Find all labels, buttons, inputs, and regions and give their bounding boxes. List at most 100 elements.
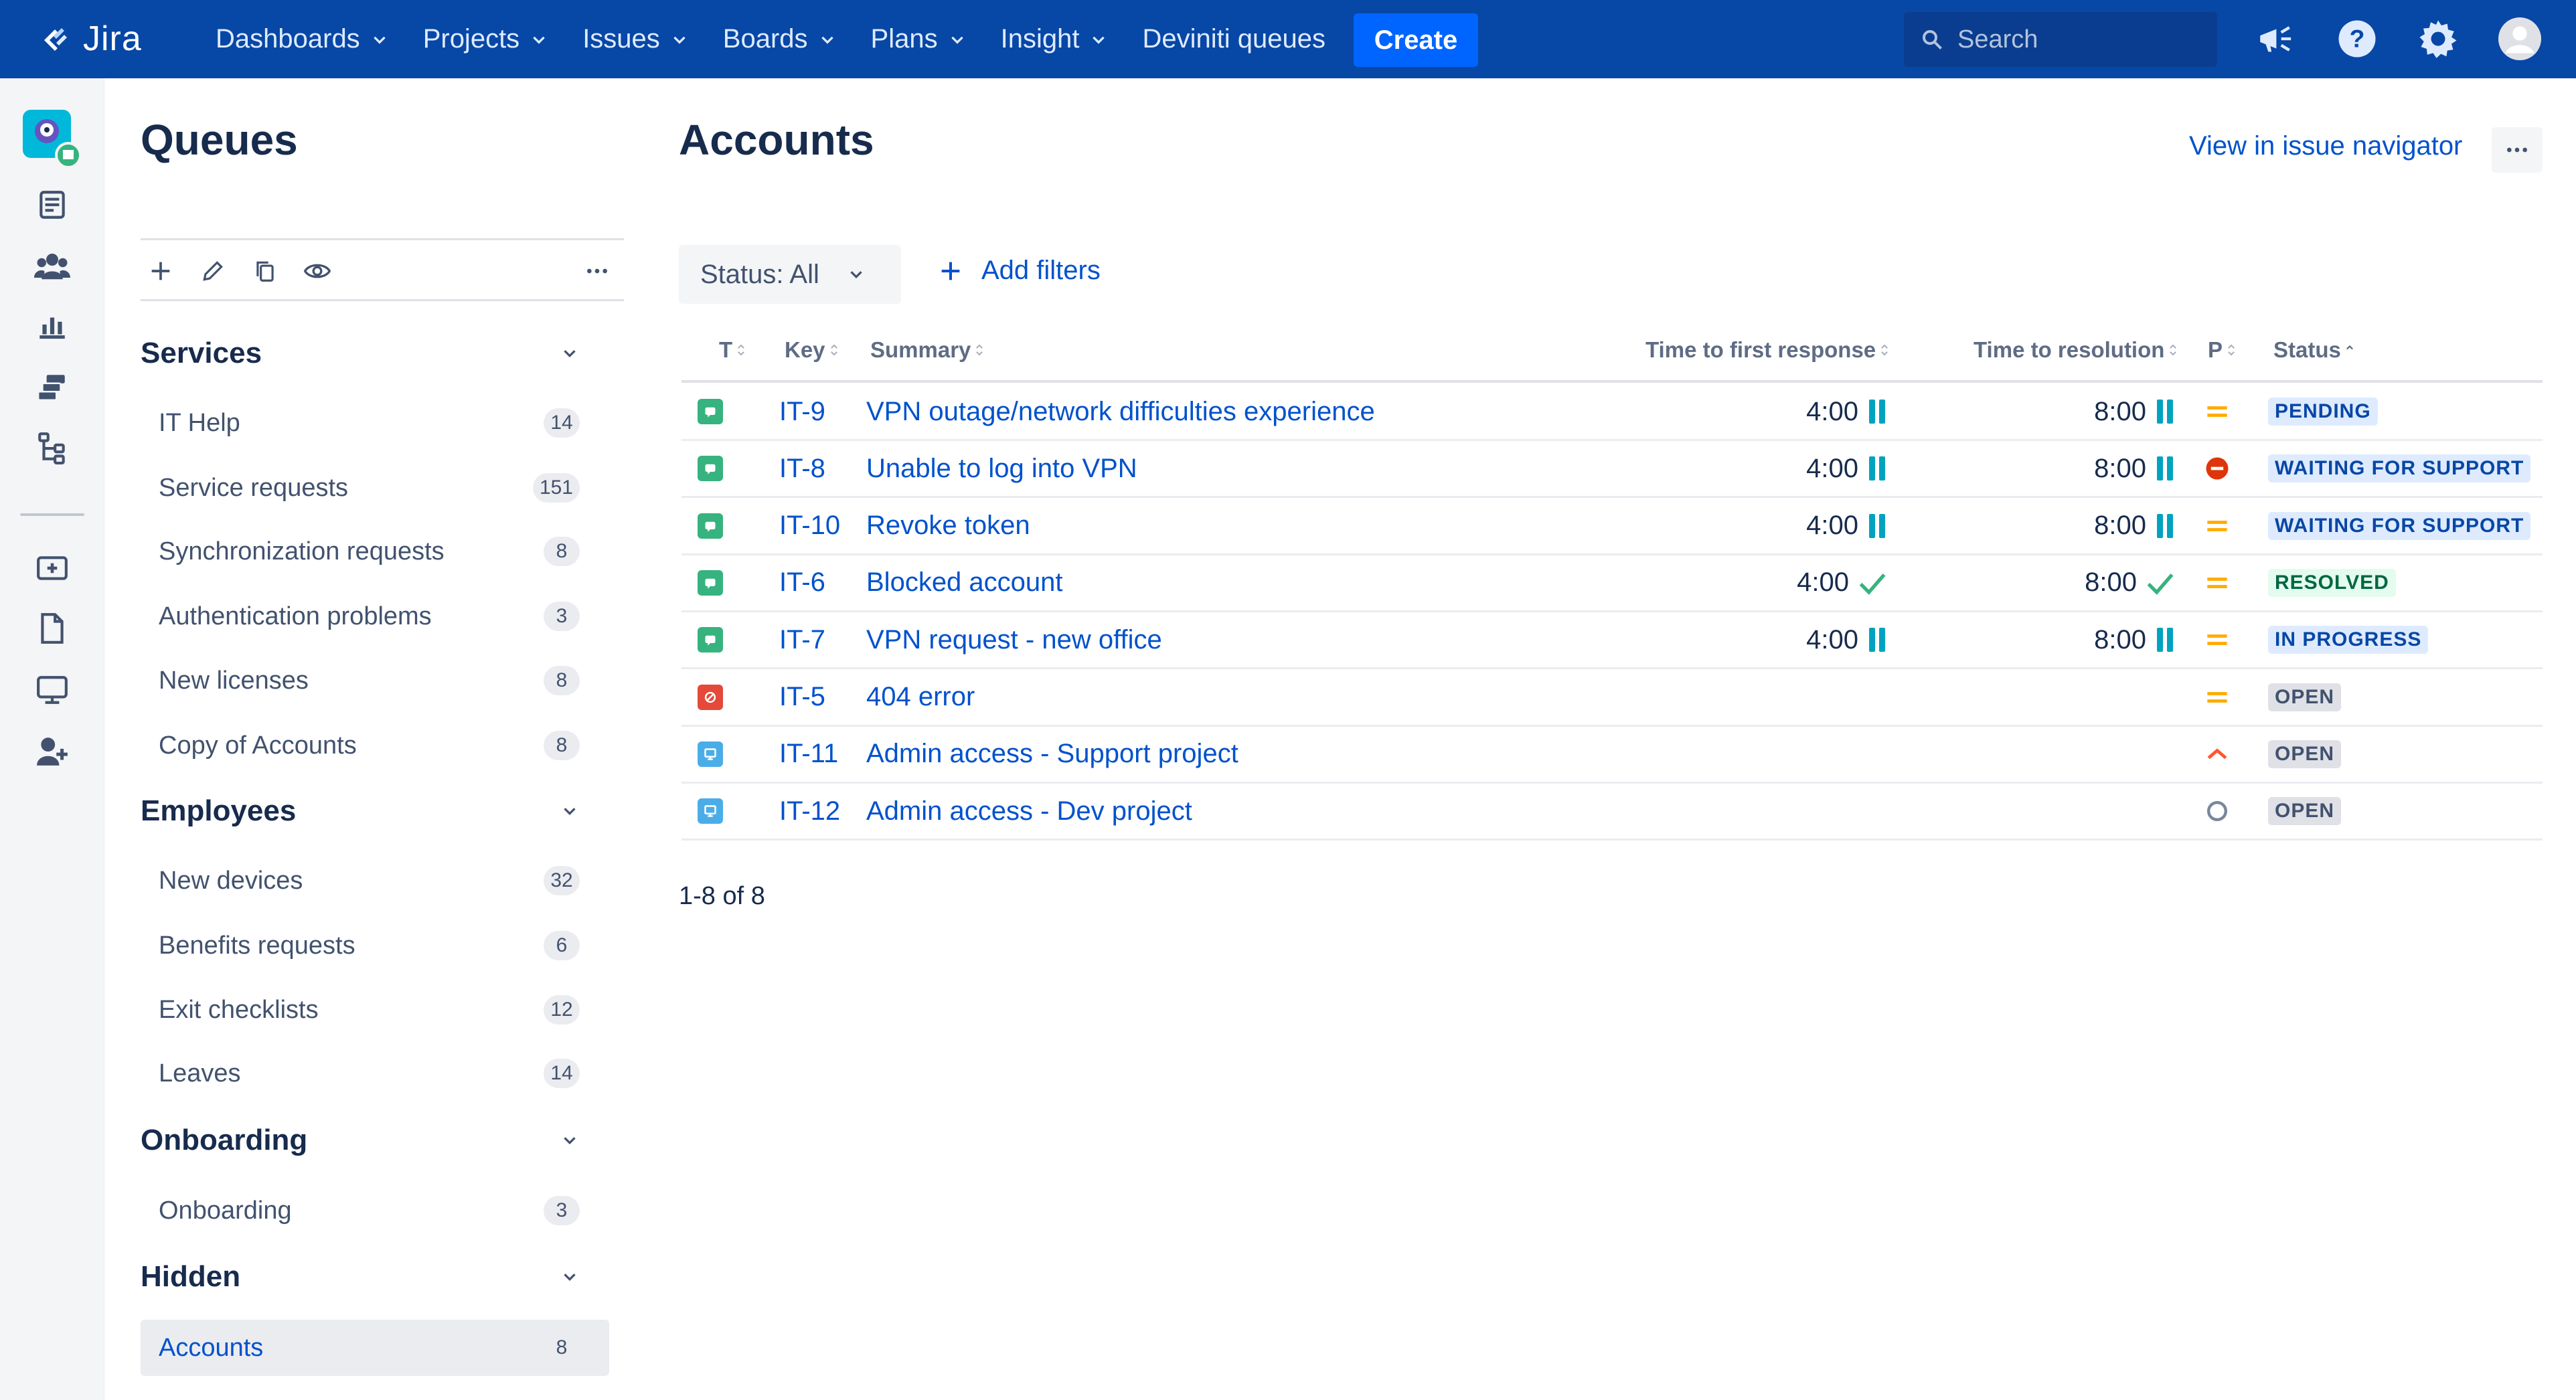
project-avatar-icon[interactable] bbox=[23, 110, 82, 169]
queue-item-service-requests[interactable]: Service requests 151 bbox=[141, 460, 609, 516]
issue-summary-link[interactable]: Admin access - Dev project bbox=[866, 784, 1192, 839]
status-lozenge[interactable]: OPEN bbox=[2268, 797, 2342, 826]
issue-key-link[interactable]: IT-7 bbox=[779, 612, 825, 667]
queue-item-exit-checklists[interactable]: Exit checklists 12 bbox=[141, 982, 609, 1038]
table-row[interactable]: IT-11 Admin access - Support project OPEN bbox=[681, 727, 2543, 784]
pages-icon[interactable] bbox=[31, 607, 74, 650]
create-button[interactable]: Create bbox=[1354, 13, 1478, 67]
user-avatar-icon[interactable] bbox=[2498, 17, 2541, 60]
table-row[interactable]: IT-5 404 error OPEN bbox=[681, 670, 2543, 727]
reports-icon[interactable] bbox=[31, 304, 74, 347]
menu-projects[interactable]: Projects bbox=[423, 24, 548, 54]
status-lozenge[interactable]: OPEN bbox=[2268, 683, 2342, 711]
status-lozenge[interactable]: IN PROGRESS bbox=[2268, 626, 2429, 654]
issue-key-link[interactable]: IT-12 bbox=[779, 784, 840, 839]
queue-item-accounts-selected[interactable]: Accounts 8 bbox=[141, 1320, 609, 1376]
group-label: Services bbox=[141, 337, 262, 369]
queue-item-onboarding[interactable]: Onboarding 3 bbox=[141, 1183, 609, 1239]
jira-logo[interactable]: Jira bbox=[37, 19, 142, 59]
jira-logo-icon bbox=[44, 28, 67, 51]
table-row[interactable]: IT-8 Unable to log into VPN 4:00 8:00 WAITIN… bbox=[681, 441, 2543, 499]
issue-summary-link[interactable]: Unable to log into VPN bbox=[866, 441, 1137, 496]
group-services[interactable]: Services bbox=[141, 333, 580, 373]
menu-deviniti-queues[interactable]: Deviniti queues bbox=[1142, 24, 1325, 54]
group-employees[interactable]: Employees bbox=[141, 791, 580, 831]
issue-key-link[interactable]: IT-8 bbox=[779, 441, 825, 496]
edit-pencil-icon[interactable] bbox=[198, 256, 228, 286]
view-in-issue-navigator-link[interactable]: View in issue navigator bbox=[2189, 131, 2462, 161]
column-label: P bbox=[2208, 337, 2223, 362]
issue-key-link[interactable]: IT-9 bbox=[779, 384, 825, 439]
add-shortcut-icon[interactable] bbox=[31, 547, 74, 590]
sort-ascending-icon bbox=[2346, 345, 2353, 350]
settings-gear-icon[interactable] bbox=[2417, 17, 2460, 60]
status-lozenge[interactable]: PENDING bbox=[2268, 398, 2378, 426]
search-input[interactable] bbox=[1956, 24, 2213, 55]
table-row[interactable]: IT-9 VPN outage/network difficulties expe… bbox=[681, 384, 2543, 441]
issue-summary-link[interactable]: VPN outage/network difficulties experien… bbox=[866, 384, 1375, 439]
workflow-icon[interactable] bbox=[31, 426, 74, 469]
column-header-summary[interactable]: Summary bbox=[870, 337, 984, 363]
watch-eye-icon[interactable] bbox=[303, 256, 332, 286]
queue-item-new-devices[interactable]: New devices 32 bbox=[141, 853, 609, 909]
issue-summary-link[interactable]: VPN request - new office bbox=[866, 612, 1162, 667]
column-header-time-to-first-response[interactable]: Time to first response bbox=[1645, 337, 1889, 363]
menu-label: Plans bbox=[870, 24, 938, 54]
issue-key-link[interactable]: IT-10 bbox=[779, 499, 840, 553]
channels-icon[interactable] bbox=[31, 366, 74, 409]
status-filter-dropdown[interactable]: Status: All bbox=[679, 245, 901, 304]
table-row[interactable]: IT-12 Admin access - Dev project OPEN bbox=[681, 784, 2543, 841]
sla-paused-icon bbox=[1869, 456, 1885, 481]
monitor-icon[interactable] bbox=[31, 669, 74, 711]
column-header-key[interactable]: Key bbox=[785, 337, 839, 363]
status-cell: OPEN bbox=[2268, 670, 2342, 725]
issue-summary-link[interactable]: Blocked account bbox=[866, 555, 1063, 610]
queue-item-benefits-requests[interactable]: Benefits requests 6 bbox=[141, 917, 609, 974]
sla-time: 8:00 bbox=[2085, 567, 2137, 598]
issue-summary-link[interactable]: Revoke token bbox=[866, 499, 1030, 553]
queue-item-synchronization-requests[interactable]: Synchronization requests 8 bbox=[141, 523, 609, 580]
add-user-icon[interactable] bbox=[31, 730, 74, 773]
issue-key-link[interactable]: IT-6 bbox=[779, 555, 825, 610]
menu-issues[interactable]: Issues bbox=[582, 24, 688, 54]
queue-item-it-help[interactable]: IT Help 14 bbox=[141, 395, 609, 451]
menu-insight[interactable]: Insight bbox=[1001, 24, 1108, 54]
column-header-time-to-resolution[interactable]: Time to resolution bbox=[1974, 337, 2178, 363]
table-row[interactable]: IT-7 VPN request - new office 4:00 8:00 IN P… bbox=[681, 612, 2543, 670]
priority-medium-icon bbox=[2207, 406, 2227, 417]
group-hidden[interactable]: Hidden bbox=[141, 1257, 580, 1297]
priority-cell bbox=[2202, 384, 2232, 439]
issue-key-link[interactable]: IT-5 bbox=[779, 670, 825, 725]
issue-summary-link[interactable]: Admin access - Support project bbox=[866, 727, 1238, 782]
add-queue-icon[interactable] bbox=[146, 256, 175, 286]
queue-item-leaves[interactable]: Leaves 14 bbox=[141, 1045, 609, 1102]
more-actions-button[interactable] bbox=[2492, 127, 2543, 173]
column-header-status[interactable]: Status bbox=[2273, 337, 2354, 363]
queues-icon[interactable] bbox=[31, 183, 74, 226]
column-header-priority[interactable]: P bbox=[2208, 337, 2236, 363]
menu-plans[interactable]: Plans bbox=[871, 24, 966, 54]
add-filters-button[interactable]: Add filters bbox=[937, 256, 1101, 286]
queue-item-new-licenses[interactable]: New licenses 8 bbox=[141, 652, 609, 709]
menu-dashboards[interactable]: Dashboards bbox=[216, 24, 388, 54]
notifications-icon[interactable] bbox=[2253, 17, 2296, 60]
menu-boards[interactable]: Boards bbox=[723, 24, 836, 54]
sla-time: 4:00 bbox=[1797, 567, 1849, 598]
queue-item-authentication-problems[interactable]: Authentication problems 3 bbox=[141, 588, 609, 644]
customers-icon[interactable] bbox=[31, 244, 74, 287]
column-header-type[interactable]: T bbox=[719, 337, 746, 363]
table-row[interactable]: IT-6 Blocked account 4:00 8:00 RESOLVED bbox=[681, 555, 2543, 612]
queue-item-copy-of-accounts[interactable]: Copy of Accounts 8 bbox=[141, 717, 609, 774]
copy-icon[interactable] bbox=[250, 256, 280, 286]
issue-key-link[interactable]: IT-11 bbox=[779, 727, 838, 782]
issue-summary-link[interactable]: 404 error bbox=[866, 670, 975, 725]
group-onboarding[interactable]: Onboarding bbox=[141, 1120, 580, 1160]
status-lozenge[interactable]: RESOLVED bbox=[2268, 568, 2396, 597]
status-lozenge[interactable]: OPEN bbox=[2268, 739, 2342, 768]
status-lozenge[interactable]: WAITING FOR SUPPORT bbox=[2268, 454, 2531, 483]
help-icon[interactable]: ? bbox=[2336, 17, 2379, 60]
menu-label: Issues bbox=[582, 24, 660, 54]
more-options-icon[interactable] bbox=[582, 256, 612, 286]
status-lozenge[interactable]: WAITING FOR SUPPORT bbox=[2268, 511, 2531, 540]
table-row[interactable]: IT-10 Revoke token 4:00 8:00 WAITING FOR SUP… bbox=[681, 499, 2543, 555]
